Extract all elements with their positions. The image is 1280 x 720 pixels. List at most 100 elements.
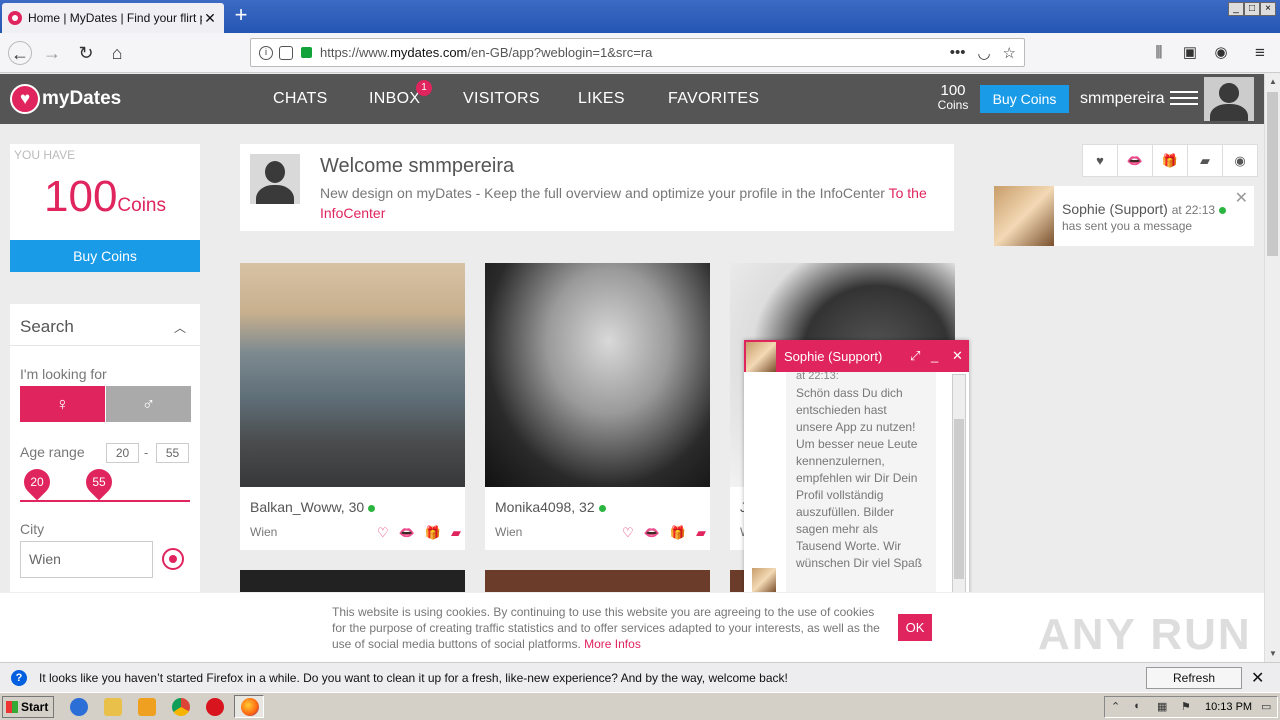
- minimize-icon[interactable]: _: [931, 348, 938, 363]
- hamburger-menu-icon[interactable]: [1170, 91, 1198, 107]
- address-bar[interactable]: i https://www. mydates.com/en-GB/app?webl…: [250, 38, 1025, 67]
- sidebar-icon[interactable]: ▣: [1178, 41, 1202, 65]
- profile-photo[interactable]: [485, 570, 710, 592]
- profile-photo[interactable]: [485, 263, 710, 487]
- maximize-window-button[interactable]: □: [1244, 2, 1260, 16]
- inbox-badge: 1: [416, 80, 432, 96]
- library-icon[interactable]: ⫼: [1147, 41, 1171, 65]
- tracking-shield-icon[interactable]: [279, 45, 293, 60]
- search-title[interactable]: Search: [10, 304, 200, 346]
- nav-likes[interactable]: LIKES: [578, 90, 625, 108]
- female-option-button[interactable]: ♀: [20, 386, 105, 422]
- ie-icon[interactable]: [70, 698, 88, 716]
- network-icon[interactable]: ▦: [1157, 700, 1167, 713]
- tab-close-icon[interactable]: ✕: [202, 10, 218, 27]
- age-min-handle[interactable]: 20: [18, 463, 56, 501]
- profile-name[interactable]: Monika4098, 32: [495, 499, 606, 515]
- kiss-icon[interactable]: 👄: [1117, 144, 1153, 177]
- gift-icon[interactable]: 🎁: [670, 525, 686, 541]
- expand-icon[interactable]: ⤢: [910, 348, 920, 364]
- bookmark-star-icon[interactable]: ☆: [1003, 44, 1016, 62]
- age-slider-track[interactable]: [20, 500, 190, 502]
- close-icon[interactable]: ✕: [952, 348, 963, 364]
- page-scrollbar[interactable]: ▲ ▼: [1264, 74, 1280, 662]
- profile-card[interactable]: Balkan_Woww, 30 Wien ♡ 👄 🎁 ▰: [240, 263, 465, 550]
- media-player-icon[interactable]: [138, 698, 156, 716]
- forward-icon[interactable]: →: [40, 41, 64, 65]
- back-icon[interactable]: ←: [8, 41, 32, 65]
- close-icon[interactable]: ✕: [1251, 668, 1264, 688]
- nav-inbox[interactable]: INBOX: [369, 90, 420, 108]
- folder-icon[interactable]: [104, 698, 122, 716]
- lock-icon[interactable]: [301, 47, 312, 58]
- chat-scrollbar[interactable]: [952, 374, 966, 598]
- tray-expand-icon[interactable]: ⌃: [1111, 700, 1120, 713]
- sender-avatar[interactable]: [994, 186, 1054, 246]
- age-max-input[interactable]: 55: [156, 443, 189, 463]
- heart-icon[interactable]: ♡: [622, 525, 634, 541]
- opera-icon[interactable]: [206, 698, 224, 716]
- show-desktop-icon[interactable]: ▭: [1261, 700, 1271, 713]
- age-min-input[interactable]: 20: [106, 443, 139, 463]
- flag-icon[interactable]: ⚑: [1181, 700, 1191, 713]
- nav-favorites[interactable]: FAVORITES: [668, 90, 759, 108]
- close-icon[interactable]: ✕: [1235, 188, 1248, 208]
- chat-icon[interactable]: ▰: [1187, 144, 1223, 177]
- watermark: ANY RUN: [1038, 610, 1252, 659]
- new-tab-button[interactable]: +: [230, 4, 252, 27]
- close-window-button[interactable]: ×: [1260, 2, 1276, 16]
- header-username[interactable]: smmpereira: [1080, 90, 1164, 108]
- profile-photo[interactable]: [730, 570, 744, 592]
- location-icon[interactable]: [162, 548, 184, 570]
- scrollbar-thumb[interactable]: [1267, 92, 1278, 256]
- chat-window: at 22:13: Schön dass Du dich entschieden…: [744, 340, 969, 600]
- account-icon[interactable]: ◉: [1209, 41, 1233, 65]
- chrome-icon[interactable]: [172, 698, 190, 716]
- chat-partner-name[interactable]: Sophie (Support): [784, 349, 882, 364]
- chat-icon[interactable]: ▰: [451, 525, 461, 541]
- gift-icon[interactable]: 🎁: [425, 525, 441, 541]
- nav-visitors[interactable]: VISITORS: [463, 90, 540, 108]
- profile-name[interactable]: Balkan_Woww, 30: [250, 499, 376, 515]
- nav-chats[interactable]: CHATS: [273, 90, 328, 108]
- cookie-ok-button[interactable]: OK: [898, 614, 932, 641]
- firefox-taskbar-button[interactable]: [234, 695, 264, 718]
- info-icon[interactable]: i: [259, 45, 273, 60]
- male-option-button[interactable]: ♂: [106, 386, 191, 422]
- message-notification[interactable]: Sophie (Support) at 22:13 has sent you a…: [994, 186, 1254, 246]
- profile-card[interactable]: Monika4098, 32 Wien ♡ 👄 🎁 ▰: [485, 263, 710, 550]
- gift-icon[interactable]: 🎁: [1152, 144, 1188, 177]
- chat-scrollbar-thumb[interactable]: [954, 419, 964, 579]
- heart-icon[interactable]: ♡: [377, 525, 389, 541]
- chat-header[interactable]: Sophie (Support) ⤢ _ ✕: [744, 340, 969, 372]
- reload-icon[interactable]: ↻: [74, 41, 98, 65]
- age-max-handle[interactable]: 55: [80, 463, 118, 501]
- pocket-icon[interactable]: ◡: [977, 44, 990, 62]
- kiss-icon[interactable]: 👄: [399, 525, 415, 541]
- profile-photo[interactable]: [240, 263, 465, 487]
- header-buy-coins-button[interactable]: Buy Coins: [980, 85, 1069, 113]
- chat-icon[interactable]: ▰: [696, 525, 706, 541]
- header-avatar[interactable]: [1204, 77, 1254, 121]
- menu-icon[interactable]: ≡: [1248, 41, 1272, 65]
- chevron-up-icon[interactable]: ︿: [174, 319, 186, 336]
- start-button[interactable]: Start: [2, 696, 54, 718]
- minimize-window-button[interactable]: _: [1228, 2, 1244, 16]
- profile-photo[interactable]: [240, 570, 465, 592]
- kiss-icon[interactable]: 👄: [644, 525, 660, 541]
- refresh-firefox-button[interactable]: Refresh Firefox…: [1146, 667, 1242, 705]
- home-icon[interactable]: ⌂: [105, 41, 129, 65]
- scroll-up-icon[interactable]: ▲: [1265, 74, 1280, 90]
- volume-icon[interactable]: ◖: [1133, 700, 1140, 712]
- mydates-logo[interactable]: ♥ myDates: [10, 84, 121, 114]
- eye-icon[interactable]: ◉: [1222, 144, 1258, 177]
- browser-tab[interactable]: Home | MyDates | Find your flirt p ✕: [2, 3, 224, 33]
- heart-icon[interactable]: ♥: [1082, 144, 1118, 177]
- page-actions-icon[interactable]: •••: [950, 44, 966, 62]
- city-input[interactable]: Wien: [20, 541, 153, 578]
- user-avatar[interactable]: [250, 154, 300, 204]
- more-infos-link[interactable]: More Infos: [584, 637, 641, 651]
- scroll-down-icon[interactable]: ▼: [1265, 646, 1280, 662]
- chat-avatar[interactable]: [746, 342, 776, 372]
- buy-coins-button[interactable]: Buy Coins: [10, 240, 200, 272]
